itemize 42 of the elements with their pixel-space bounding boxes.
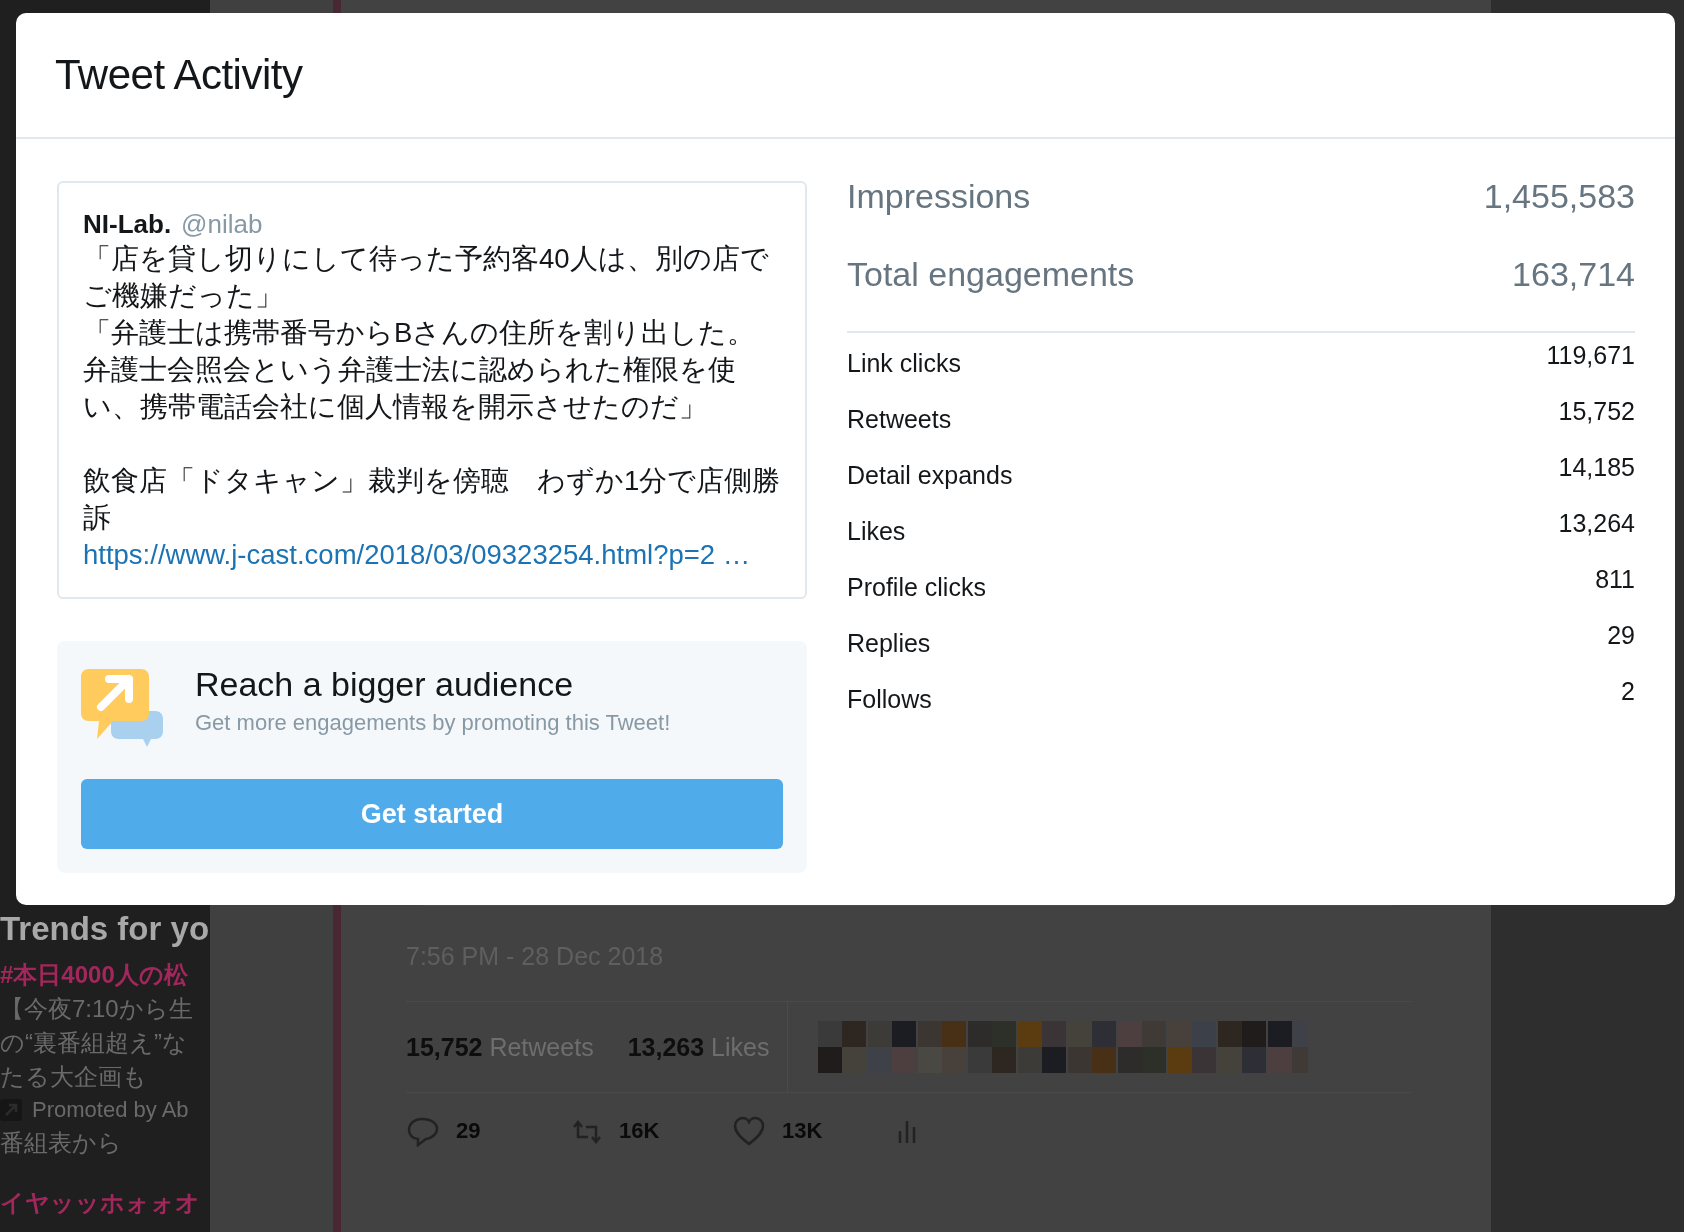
action-count: 13K (782, 1118, 823, 1144)
metric-label: Retweets (847, 404, 952, 434)
metric-label: Replies (847, 628, 931, 658)
trend-description: の“裏番組超え”な (0, 1028, 187, 1058)
trend-link[interactable]: #本日4000人の松 (0, 958, 188, 992)
tweet-link[interactable]: https://www.j-cast.com/2018/03/09323254.html?p=2 … (83, 539, 751, 570)
metric-value: 1,455,583 (1483, 177, 1635, 216)
metric-value: 14,185 (1558, 453, 1635, 482)
author-name: NI-Lab. (83, 209, 172, 240)
metric-label: Profile clicks (847, 572, 986, 602)
tweet-text: 飲食店「ドタキャン」裁判を傍聴 わずか1分で店側勝訴 https://www.j-cast.com/2018/03/09323254.html?p=2 … (83, 464, 782, 572)
metric-value: 13,264 (1558, 509, 1635, 538)
metric-label: Impressions (847, 177, 1031, 216)
tweet-text: 「弁護士は携帯番号からBさんの住所を割り出した。弁護士会照会という弁護士法に認められた権限を使い、携帯電話会社に個人情報を開示させたのだ」 (83, 316, 757, 424)
action-count: 16K (619, 1118, 660, 1144)
trend-description: 【今夜7:10から生 (0, 994, 193, 1024)
action-count: 29 (456, 1118, 481, 1144)
promo-subtitle: Get more engagements by promoting this Tweet! (195, 710, 671, 736)
metric-label: Total engagements (847, 255, 1135, 294)
promo-title: Reach a bigger audience (195, 665, 575, 704)
dialog-title: Tweet Activity (55, 51, 303, 99)
trend-link[interactable]: イヤッッホォォオ (0, 1186, 200, 1220)
metric-value: 15,752 (1558, 397, 1635, 426)
author-handle: @nilab (181, 209, 263, 240)
reply-icon (406, 1115, 440, 1147)
metric-value: 119,671 (1546, 341, 1635, 370)
metric-label: Follows (847, 684, 932, 714)
trend-description: たる大企画も (0, 1062, 147, 1092)
metric-value: 29 (1607, 621, 1635, 650)
trend-note: 番組表から (0, 1128, 122, 1158)
get-started-button[interactable]: Get started (81, 779, 783, 849)
trends-heading: Trends for yo (0, 910, 210, 948)
metric-value: 2 (1621, 677, 1635, 706)
tweet-text: 「店を貸し切りにして待った予約客40人は、別の店でご機嫌だった」 (83, 242, 770, 313)
promote-icon (81, 667, 165, 749)
metric-label: Link clicks (847, 348, 961, 378)
promoted-label: Promoted by Ab (32, 1096, 189, 1124)
heart-icon (732, 1115, 766, 1147)
metric-label: Likes (847, 516, 906, 546)
metric-value: 163,714 (1512, 255, 1635, 294)
metric-value: 811 (1595, 565, 1635, 594)
metric-label: Detail expands (847, 460, 1013, 490)
